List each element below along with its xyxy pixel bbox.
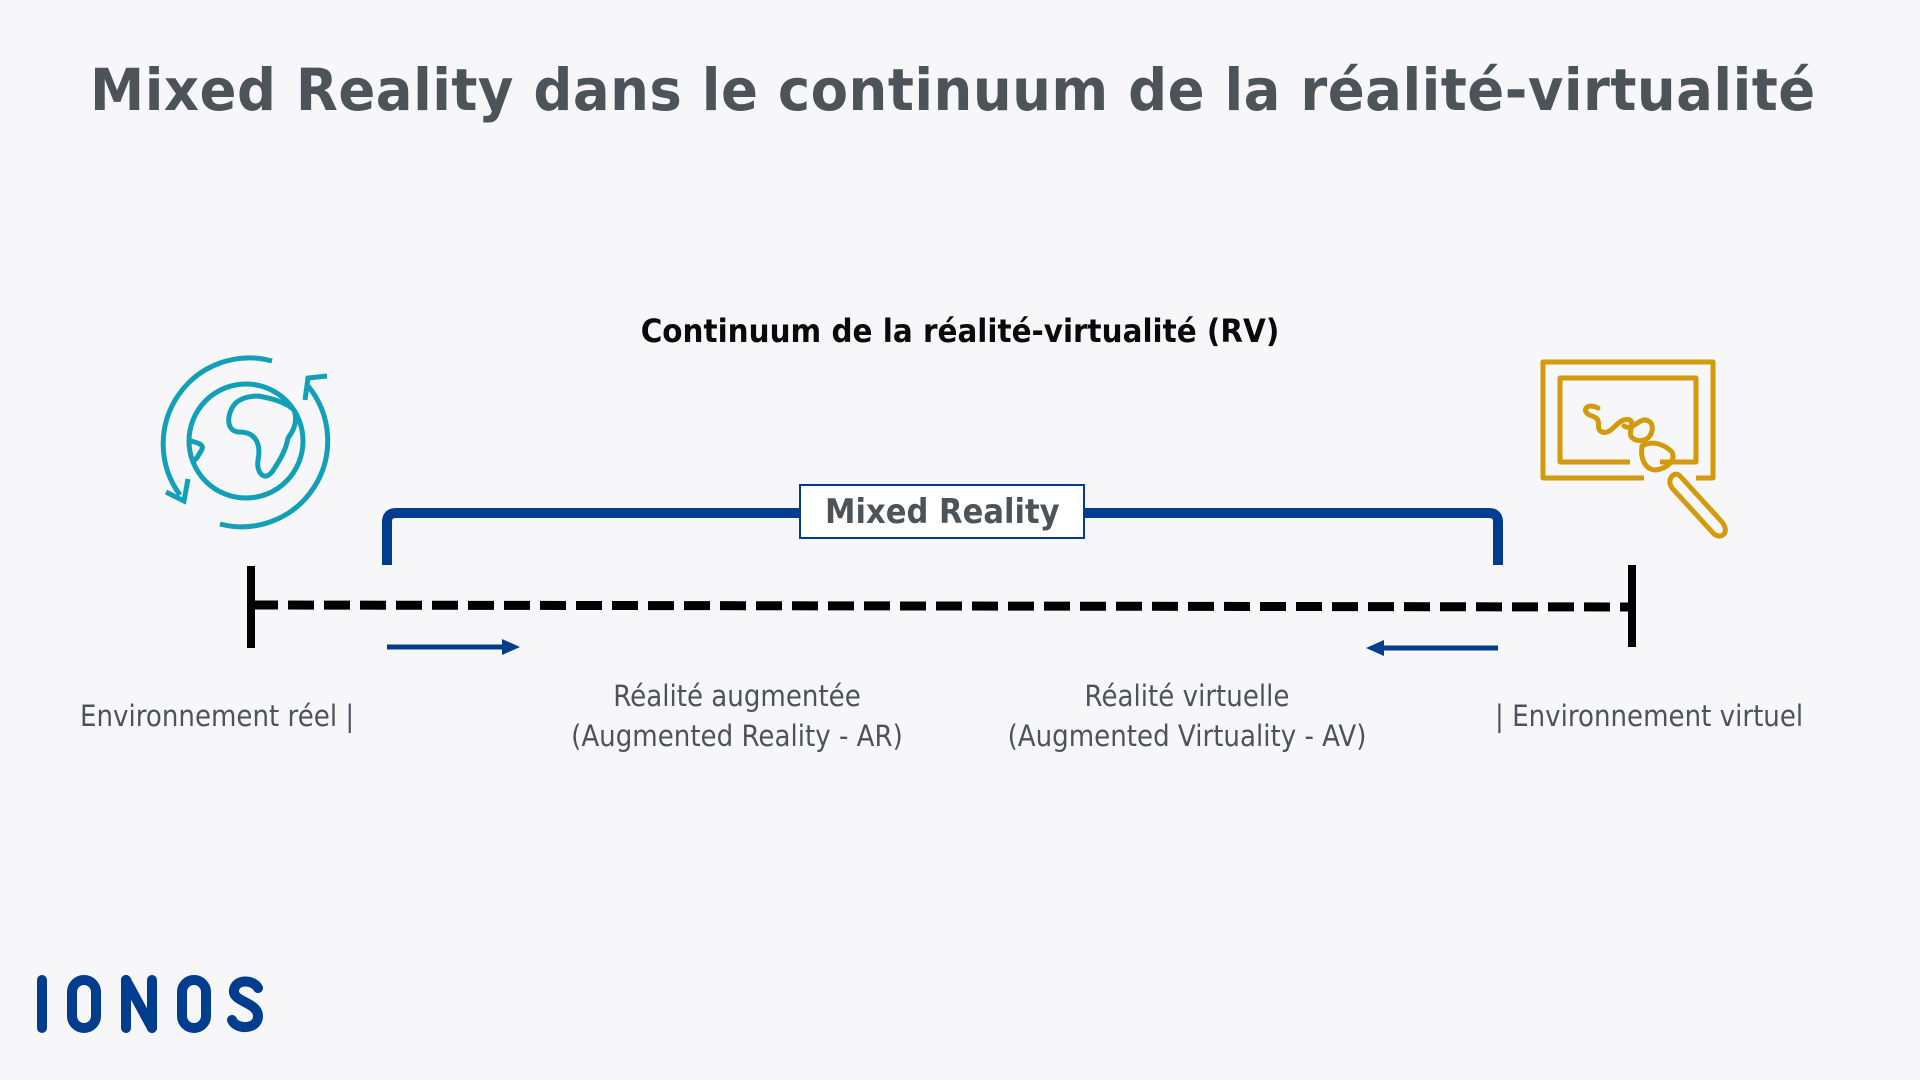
canvas-paintbrush-icon — [1540, 359, 1728, 539]
mixed-reality-label: Mixed Reality — [824, 491, 1060, 532]
augmented-reality-label-en: (Augmented Reality - AR) — [571, 719, 903, 753]
continuum-diagram — [160, 355, 1728, 656]
augmented-reality-label: Réalité augmentée (Augmented Reality - A… — [557, 676, 917, 756]
logo-letter-o — [67, 975, 101, 1033]
arrow-left-icon — [1366, 640, 1498, 656]
logo-letter-o2 — [177, 975, 211, 1033]
globe-rotate-icon — [160, 355, 331, 530]
virtual-environment-label: | Environnement virtuel — [1495, 699, 1804, 733]
mixed-reality-label-box: Mixed Reality — [799, 484, 1085, 539]
augmented-virtuality-label-fr: Réalité virtuelle — [1084, 679, 1290, 713]
brush-handle — [1667, 471, 1728, 539]
ionos-logo: IONOS — [37, 975, 264, 1033]
america-edge — [190, 438, 205, 465]
arrow-right-icon — [387, 639, 520, 655]
logo-letter-n — [121, 975, 157, 1033]
augmented-virtuality-label: Réalité virtuelle (Augmented Virtuality … — [1003, 676, 1372, 756]
augmented-reality-label-fr: Réalité augmentée — [613, 679, 861, 713]
africa-continent — [226, 393, 299, 479]
arc-top-left — [160, 355, 273, 497]
augmented-virtuality-label-en: (Augmented Virtuality - AV) — [1007, 719, 1367, 753]
logo-letter-s — [227, 976, 264, 1032]
continuum-axis-dashed — [251, 600, 1631, 612]
arc-bottom-right — [219, 384, 331, 530]
real-environment-label: Environnement réel | — [80, 699, 355, 733]
brush-tip — [1639, 440, 1676, 473]
paint-squiggle — [1583, 403, 1655, 444]
